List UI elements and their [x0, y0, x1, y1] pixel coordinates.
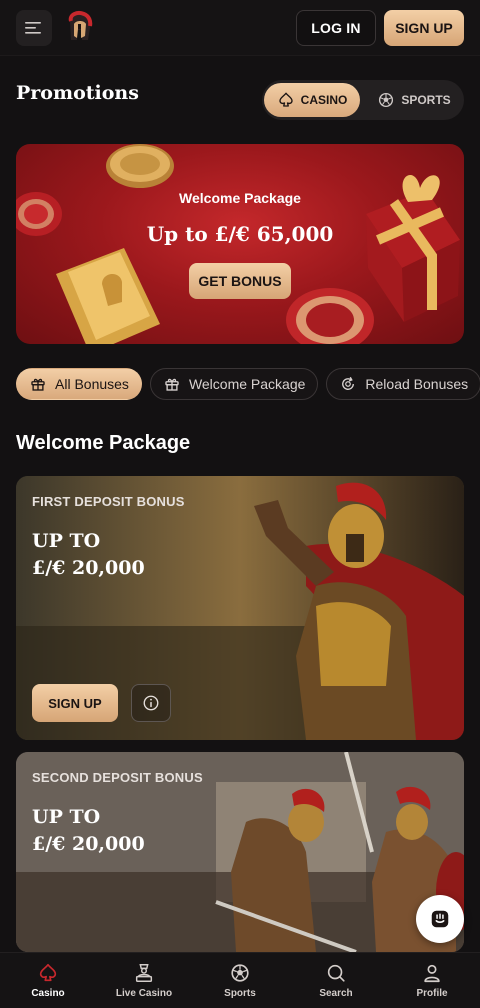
filter-welcome-package[interactable]: Welcome Package	[149, 368, 319, 400]
tab-sports-label: SPORTS	[401, 93, 451, 107]
nav-search[interactable]: Search	[288, 953, 384, 1008]
card-signup-button[interactable]: SIGN UP	[32, 684, 118, 722]
card-amount-line1: UP TO	[32, 806, 101, 828]
info-icon	[143, 695, 159, 711]
dealer-icon	[135, 964, 153, 982]
nav-profile[interactable]: Profile	[384, 953, 480, 1008]
get-bonus-button[interactable]: GET BONUS	[189, 263, 291, 299]
gift-icon	[31, 378, 45, 391]
filter-welcome-package-label: Welcome Package	[188, 376, 306, 392]
card-amount-line1: UP TO	[32, 530, 101, 552]
tab-casino-label: CASINO	[300, 93, 348, 107]
casino-sports-toggle: CASINO SPORTS	[262, 80, 464, 120]
card-amount-line2: £/€ 20,000	[32, 833, 145, 855]
promotions-page: LOG IN SIGN UP Promotions CASINO SPORTS	[0, 0, 480, 1008]
bottom-navigation: Casino Live Casino Sports Search Profile	[0, 952, 480, 1008]
second-deposit-bonus-card[interactable]: SECOND DEPOSIT BONUS UP TO £/€ 20,000	[16, 752, 464, 952]
nav-search-label: Search	[319, 988, 353, 999]
filter-reload-bonuses[interactable]: Reload Bonuses	[326, 368, 480, 400]
hero-amount: Up to £/€ 65,000	[146, 222, 334, 246]
bonus-filter-chips: All Bonuses Welcome Package Reload Bonus…	[16, 368, 480, 400]
filter-all-bonuses-label: All Bonuses	[55, 376, 129, 392]
nav-casino-label: Casino	[31, 988, 65, 999]
card-label: SECOND DEPOSIT BONUS	[32, 770, 203, 785]
nav-sports[interactable]: Sports	[192, 953, 288, 1008]
hero-title: Welcome Package	[179, 190, 301, 206]
nav-sports-label: Sports	[224, 988, 256, 999]
menu-icon	[25, 22, 41, 34]
profile-icon	[424, 964, 440, 983]
card-info-button[interactable]	[131, 684, 171, 722]
signup-button[interactable]: SIGN UP	[384, 10, 464, 46]
top-bar: LOG IN SIGN UP	[0, 0, 480, 56]
tab-casino[interactable]: CASINO	[264, 83, 360, 117]
reload-coin-icon	[342, 376, 355, 390]
card-amount-line2: £/€ 20,000	[32, 557, 145, 579]
card-label: FIRST DEPOSIT BONUS	[32, 494, 185, 509]
nav-live-casino-label: Live Casino	[115, 988, 173, 999]
spade-icon	[278, 92, 293, 107]
gift-box-icon	[165, 378, 179, 391]
first-deposit-bonus-card[interactable]: FIRST DEPOSIT BONUS UP TO £/€ 20,000 SIG…	[16, 476, 464, 740]
welcome-package-banner[interactable]: Welcome Package Up to £/€ 65,000 GET BON…	[16, 144, 464, 344]
nav-live-casino[interactable]: Live Casino	[96, 953, 192, 1008]
filter-reload-bonuses-label: Reload Bonuses	[365, 376, 469, 392]
page-title: Promotions	[16, 82, 139, 104]
chat-icon	[431, 910, 449, 928]
tab-sports[interactable]: SPORTS	[366, 83, 462, 117]
spade-icon	[39, 963, 57, 982]
soccer-ball-icon	[379, 92, 394, 108]
soccer-ball-icon	[231, 964, 249, 982]
menu-button[interactable]	[16, 10, 52, 46]
nav-casino[interactable]: Casino	[0, 953, 96, 1008]
spartan-helmet-logo[interactable]	[64, 10, 94, 44]
login-button[interactable]: LOG IN	[296, 10, 376, 46]
nav-profile-label: Profile	[416, 988, 448, 999]
search-icon	[327, 964, 345, 982]
section-title: Welcome Package	[16, 432, 191, 454]
filter-all-bonuses[interactable]: All Bonuses	[16, 368, 142, 400]
live-chat-button[interactable]	[416, 895, 464, 943]
